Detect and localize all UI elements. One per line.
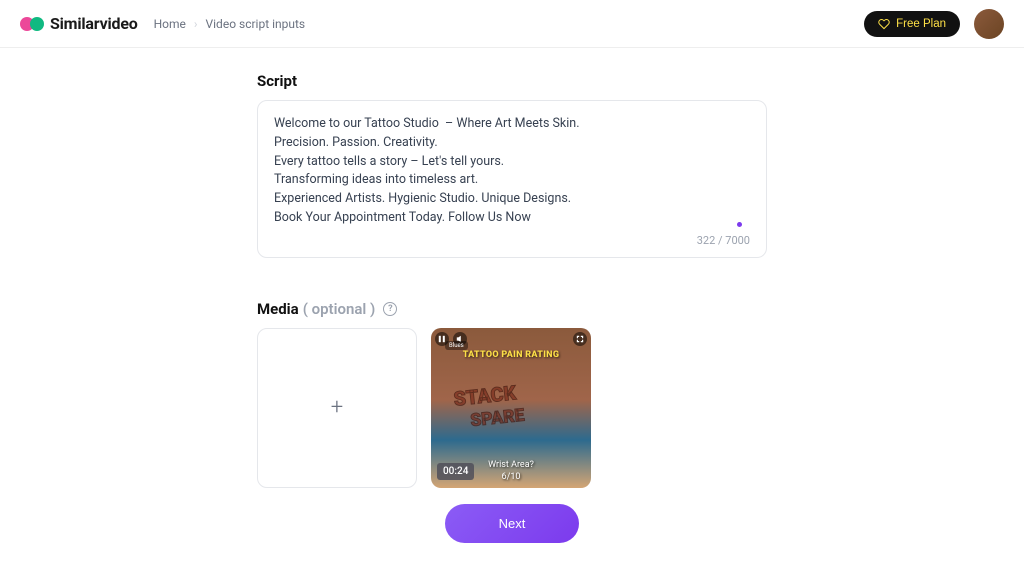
plan-button[interactable]: Free Plan: [864, 11, 960, 37]
video-score: 6/10: [502, 472, 521, 482]
avatar[interactable]: [974, 9, 1004, 39]
fullscreen-icon[interactable]: [573, 332, 587, 346]
video-headline: TATTOO PAIN RATING: [463, 350, 560, 360]
svg-text:SPARE: SPARE: [469, 405, 525, 431]
media-row: + Blues TATTOO PAIN RATING STACKSPARE Wr…: [257, 328, 767, 488]
main-content: Script Welcome to our Tattoo Studio – Wh…: [0, 48, 1024, 563]
script-box: Welcome to our Tattoo Studio – Where Art…: [257, 100, 767, 258]
media-label: Media: [257, 300, 299, 318]
heart-icon: [878, 18, 890, 30]
tattoo-art-icon: STACKSPARE: [449, 374, 559, 434]
form-container: Script Welcome to our Tattoo Studio – Wh…: [257, 72, 767, 543]
brand-name: Similarvideo: [50, 14, 138, 33]
site-header: Similarvideo Home › Video script inputs …: [0, 0, 1024, 48]
media-section-title: Media( optional ) ?: [257, 300, 767, 318]
next-button-wrap: Next: [257, 504, 767, 543]
script-textarea[interactable]: Welcome to our Tattoo Studio – Where Art…: [274, 115, 731, 228]
next-button[interactable]: Next: [445, 504, 580, 543]
plus-icon: +: [331, 395, 343, 420]
script-section-title: Script: [257, 72, 767, 90]
header-left: Similarvideo Home › Video script inputs: [20, 14, 305, 33]
brand-logo[interactable]: Similarvideo: [20, 14, 138, 33]
media-optional-label: ( optional ): [303, 300, 376, 318]
info-icon[interactable]: ?: [383, 302, 397, 316]
logo-icon: [20, 17, 44, 31]
header-right: Free Plan: [864, 9, 1004, 39]
video-duration: 00:24: [437, 463, 474, 480]
char-counter: 322 / 7000: [274, 234, 750, 247]
breadcrumb: Home › Video script inputs: [154, 17, 306, 31]
plan-label: Free Plan: [896, 18, 946, 30]
video-tag: Blues: [445, 341, 468, 350]
video-thumbnail[interactable]: Blues TATTOO PAIN RATING STACKSPARE Wris…: [431, 328, 591, 488]
video-subtext: Wrist Area?: [488, 460, 534, 470]
indicator-dot-icon: [737, 222, 742, 227]
breadcrumb-home[interactable]: Home: [154, 17, 186, 31]
upload-media-button[interactable]: +: [257, 328, 417, 488]
breadcrumb-current: Video script inputs: [206, 17, 306, 31]
chevron-right-icon: ›: [194, 17, 198, 31]
